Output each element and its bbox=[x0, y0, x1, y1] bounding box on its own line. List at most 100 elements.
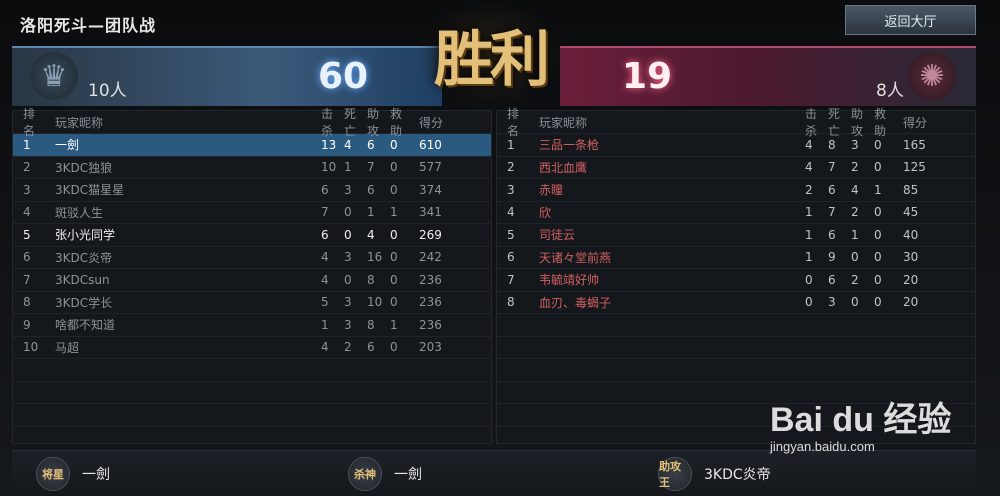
table-header: 排名 玩家昵称 击杀 死亡 助攻 救助 得分 bbox=[497, 107, 975, 138]
blue-player-count: 10人 bbox=[88, 81, 127, 101]
watermark-url: jingyan.baidu.com bbox=[770, 439, 875, 454]
return-lobby-button[interactable]: 返回大厅 bbox=[845, 5, 976, 35]
table-row[interactable]: 7 3KDCsun 4 0 8 0 236 bbox=[13, 268, 491, 291]
table-row[interactable]: 5 司徒云 1 6 1 0 40 bbox=[497, 223, 975, 246]
score-cell: 341 bbox=[419, 205, 442, 220]
table-row[interactable]: 4 斑驳人生 7 0 1 1 341 bbox=[13, 200, 491, 224]
table-row[interactable]: 1 一劍 13 4 6 0 610 bbox=[13, 133, 491, 156]
table-row[interactable]: 3 赤瞳 2 6 4 1 85 bbox=[497, 178, 975, 201]
rescues-cell: 0 bbox=[390, 340, 398, 355]
col-deaths: 死亡 bbox=[344, 107, 357, 138]
deaths-cell: 3 bbox=[344, 295, 352, 310]
rescues-cell: 1 bbox=[390, 205, 398, 220]
score-cell: 236 bbox=[419, 295, 442, 310]
rescues-cell: 0 bbox=[874, 227, 882, 242]
rank-cell: 2 bbox=[23, 160, 31, 175]
rescues-cell: 0 bbox=[874, 295, 882, 310]
col-assists: 助攻 bbox=[851, 107, 864, 138]
name-cell: 韦毓靖好帅 bbox=[539, 273, 600, 288]
deaths-cell: 7 bbox=[828, 160, 836, 175]
assists-cell: 6 bbox=[367, 340, 375, 355]
award-badge-icon: 杀神 bbox=[348, 457, 382, 491]
rank-cell: 3 bbox=[23, 182, 31, 197]
table-row[interactable]: 8 血刃、毒蝎子 0 3 0 0 20 bbox=[497, 290, 975, 314]
score-cell: 374 bbox=[419, 182, 442, 197]
col-rank: 排名 bbox=[23, 107, 36, 138]
score-cell: 45 bbox=[903, 205, 919, 220]
name-cell: 一劍 bbox=[55, 138, 80, 153]
kills-cell: 2 bbox=[805, 182, 813, 197]
name-cell: 3KDCsun bbox=[55, 272, 110, 287]
table-row[interactable]: 4 欣 1 7 2 0 45 bbox=[497, 200, 975, 224]
award-player: 3KDC炎帝 bbox=[704, 467, 771, 483]
deaths-cell: 6 bbox=[828, 227, 836, 242]
table-row[interactable]: 9 啥都不知道 1 3 8 1 236 bbox=[13, 313, 491, 336]
kills-cell: 6 bbox=[321, 227, 329, 242]
deaths-cell: 0 bbox=[344, 205, 352, 220]
kills-cell: 13 bbox=[321, 137, 337, 152]
table-row[interactable]: 6 天诸々堂前燕 1 9 0 0 30 bbox=[497, 245, 975, 269]
table-row[interactable]: 7 韦毓靖好帅 0 6 2 0 20 bbox=[497, 268, 975, 291]
rank-cell: 9 bbox=[23, 317, 31, 332]
deaths-cell: 6 bbox=[828, 272, 836, 287]
blue-team-table: 排名 玩家昵称 击杀 死亡 助攻 救助 得分 1 一劍 13 4 6 0 610 2 3KDC独… bbox=[12, 107, 492, 444]
kills-cell: 4 bbox=[805, 137, 813, 152]
scoreboard-screen: { "header": {"title": "洛阳死斗—团队战", "back_… bbox=[0, 0, 1000, 496]
assists-cell: 4 bbox=[851, 182, 859, 197]
table-row[interactable]: 6 3KDC炎帝 4 3 16 0 242 bbox=[13, 245, 491, 269]
award-star: 将星 一劍 bbox=[36, 457, 110, 491]
col-rescues: 救助 bbox=[874, 107, 887, 138]
rescues-cell: 1 bbox=[874, 182, 882, 197]
score-cell: 125 bbox=[903, 160, 926, 175]
name-cell: 3KDC猫星星 bbox=[55, 183, 125, 198]
assists-cell: 4 bbox=[367, 227, 375, 242]
deaths-cell: 6 bbox=[828, 182, 836, 197]
victory-logo: 胜利 bbox=[415, 2, 565, 106]
award-player: 一劍 bbox=[394, 467, 422, 483]
kills-cell: 10 bbox=[321, 160, 337, 175]
name-cell: 欣 bbox=[539, 205, 552, 220]
rescues-cell: 0 bbox=[874, 137, 882, 152]
rank-cell: 8 bbox=[507, 295, 515, 310]
col-rank: 排名 bbox=[507, 107, 520, 138]
assists-cell: 3 bbox=[851, 137, 859, 152]
empty-row bbox=[13, 425, 491, 449]
col-deaths: 死亡 bbox=[828, 107, 841, 138]
assists-cell: 8 bbox=[367, 272, 375, 287]
rank-cell: 4 bbox=[23, 205, 31, 220]
award-badge-icon: 将星 bbox=[36, 457, 70, 491]
rank-cell: 6 bbox=[23, 250, 31, 265]
deaths-cell: 3 bbox=[344, 250, 352, 265]
rescues-cell: 0 bbox=[874, 272, 882, 287]
name-cell: 赤瞳 bbox=[539, 183, 564, 198]
table-row[interactable]: 8 3KDC学长 5 3 10 0 236 bbox=[13, 290, 491, 314]
table-row[interactable]: 2 西北血鹰 4 7 2 0 125 bbox=[497, 155, 975, 179]
rescues-cell: 1 bbox=[390, 317, 398, 332]
deaths-cell: 9 bbox=[828, 250, 836, 265]
rank-cell: 3 bbox=[507, 182, 515, 197]
table-row[interactable]: 2 3KDC独狼 10 1 7 0 577 bbox=[13, 155, 491, 179]
awards-bar bbox=[12, 450, 976, 492]
table-row[interactable]: 1 三品一条枪 4 8 3 0 165 bbox=[497, 133, 975, 156]
rank-cell: 10 bbox=[23, 340, 39, 355]
assists-cell: 6 bbox=[367, 182, 375, 197]
score-cell: 30 bbox=[903, 250, 919, 265]
table-row[interactable]: 3 3KDC猫星星 6 3 6 0 374 bbox=[13, 178, 491, 201]
name-cell: 天诸々堂前燕 bbox=[539, 250, 612, 265]
deaths-cell: 3 bbox=[344, 317, 352, 332]
rank-cell: 6 bbox=[507, 250, 515, 265]
table-row[interactable]: 5 张小光同学 6 0 4 0 269 bbox=[13, 223, 491, 246]
assists-cell: 2 bbox=[851, 272, 859, 287]
score-cell: 236 bbox=[419, 317, 442, 332]
table-header: 排名 玩家昵称 击杀 死亡 助攻 救助 得分 bbox=[13, 107, 491, 138]
table-row[interactable]: 10 马超 4 2 6 0 203 bbox=[13, 335, 491, 359]
assists-cell: 2 bbox=[851, 205, 859, 220]
rank-cell: 7 bbox=[23, 272, 31, 287]
empty-row bbox=[13, 403, 491, 426]
col-name: 玩家昵称 bbox=[55, 115, 104, 130]
name-cell: 马超 bbox=[55, 340, 80, 355]
col-score: 得分 bbox=[419, 115, 444, 130]
col-kills: 击杀 bbox=[321, 107, 334, 138]
name-cell: 西北血鹰 bbox=[539, 160, 588, 175]
empty-row bbox=[497, 313, 975, 336]
